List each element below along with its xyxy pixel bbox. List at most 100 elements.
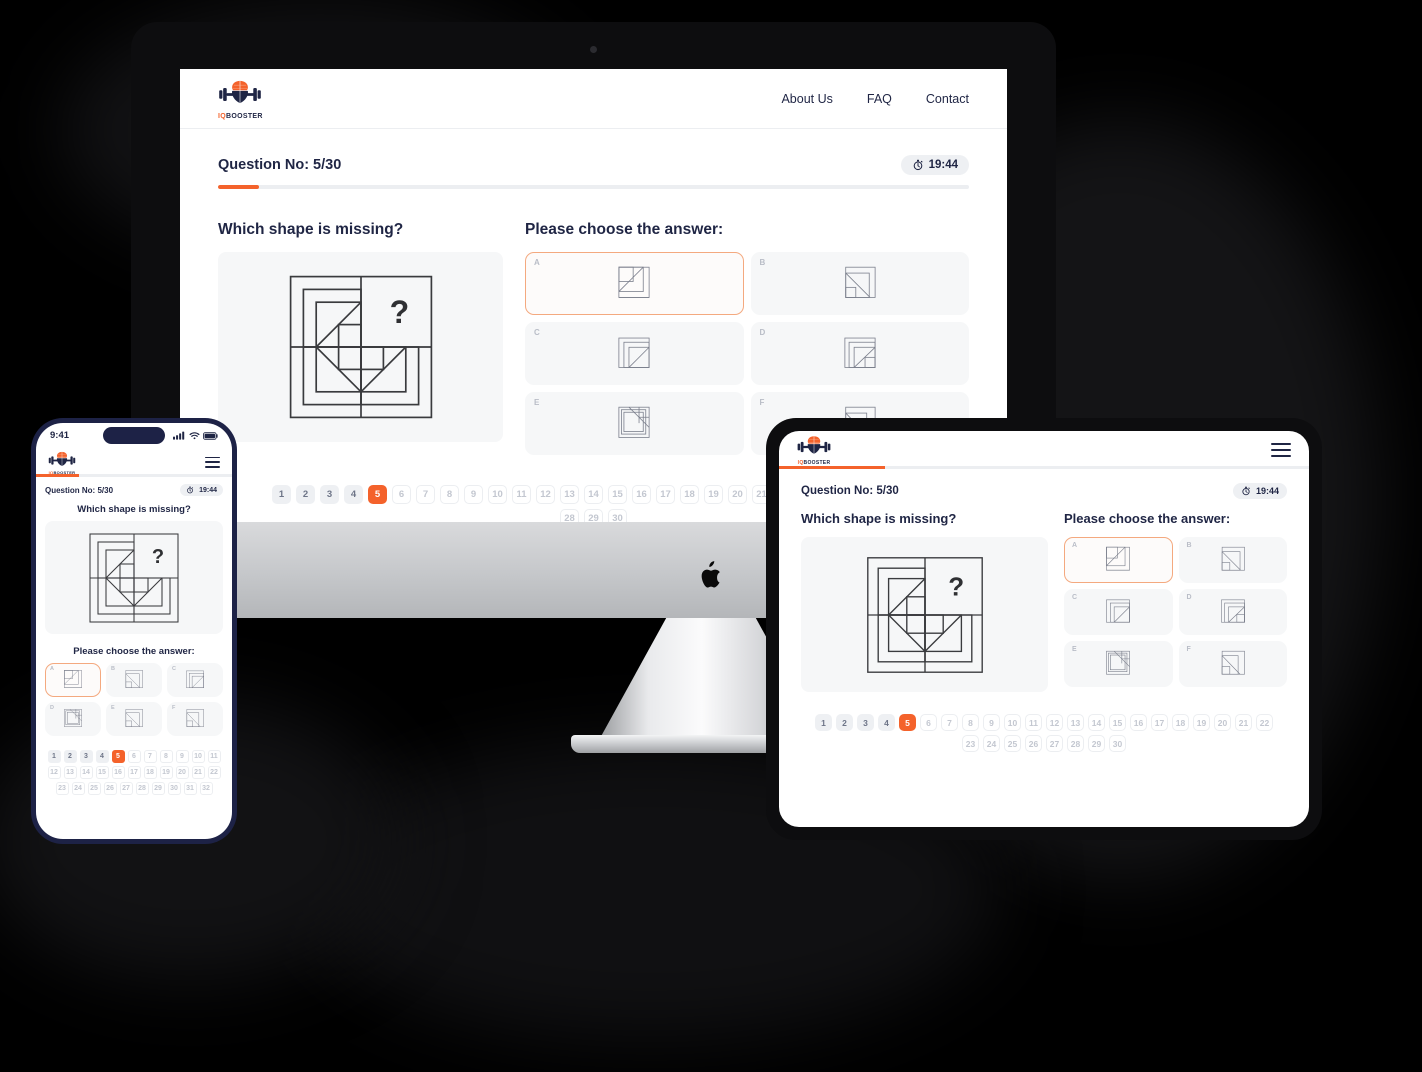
nav-link-about-us[interactable]: About Us xyxy=(781,92,832,106)
brand-logo[interactable]: IQBOOSTER xyxy=(797,434,831,466)
pager-item-24[interactable]: 24 xyxy=(71,782,85,795)
pager-item-19[interactable]: 19 xyxy=(1193,714,1210,731)
pager-item-1[interactable]: 1 xyxy=(815,714,832,731)
answer-option-b[interactable]: B xyxy=(1178,537,1287,583)
pager-item-17[interactable]: 17 xyxy=(127,766,141,779)
pager-item-4[interactable]: 4 xyxy=(878,714,895,731)
pager-item-9[interactable]: 9 xyxy=(983,714,1000,731)
pager-item-30[interactable]: 30 xyxy=(608,509,627,522)
pager-item-11[interactable]: 11 xyxy=(207,750,221,763)
pager-item-24[interactable]: 24 xyxy=(983,735,1000,752)
pager-item-1[interactable]: 1 xyxy=(47,750,61,763)
pager-item-5[interactable]: 5 xyxy=(368,485,387,504)
pager-item-20[interactable]: 20 xyxy=(728,485,747,504)
brand-logo[interactable]: IQBOOSTER xyxy=(218,78,263,120)
pager-item-25[interactable]: 25 xyxy=(87,782,101,795)
pager-item-9[interactable]: 9 xyxy=(464,485,483,504)
pager-item-19[interactable]: 19 xyxy=(159,766,173,779)
answer-option-e[interactable]: E xyxy=(1064,641,1173,687)
pager-item-3[interactable]: 3 xyxy=(857,714,874,731)
pager-item-2[interactable]: 2 xyxy=(63,750,77,763)
pager-item-9[interactable]: 9 xyxy=(175,750,189,763)
pager-item-6[interactable]: 6 xyxy=(920,714,937,731)
hamburger-menu-icon[interactable] xyxy=(205,456,220,468)
answer-option-e[interactable]: E xyxy=(525,392,744,455)
answer-option-b[interactable]: B xyxy=(106,663,162,697)
pager-item-4[interactable]: 4 xyxy=(344,485,363,504)
pager-item-4[interactable]: 4 xyxy=(95,750,109,763)
answer-option-c[interactable]: C xyxy=(1064,589,1173,635)
pager-item-10[interactable]: 10 xyxy=(488,485,507,504)
pager-item-12[interactable]: 12 xyxy=(1046,714,1063,731)
answer-option-f[interactable]: F xyxy=(167,702,223,736)
pager-item-11[interactable]: 11 xyxy=(512,485,531,504)
pager-item-8[interactable]: 8 xyxy=(962,714,979,731)
pager-item-15[interactable]: 15 xyxy=(95,766,109,779)
pager-item-16[interactable]: 16 xyxy=(111,766,125,779)
pager-item-13[interactable]: 13 xyxy=(560,485,579,504)
pager-item-26[interactable]: 26 xyxy=(1025,735,1042,752)
pager-item-19[interactable]: 19 xyxy=(704,485,723,504)
pager-item-7[interactable]: 7 xyxy=(416,485,435,504)
pager-item-16[interactable]: 16 xyxy=(632,485,651,504)
pager-item-20[interactable]: 20 xyxy=(175,766,189,779)
pager-item-3[interactable]: 3 xyxy=(79,750,93,763)
pager-item-17[interactable]: 17 xyxy=(1151,714,1168,731)
pager-item-10[interactable]: 10 xyxy=(191,750,205,763)
pager-item-27[interactable]: 27 xyxy=(119,782,133,795)
nav-link-contact[interactable]: Contact xyxy=(926,92,969,106)
pager-item-32[interactable]: 32 xyxy=(199,782,213,795)
answer-option-c[interactable]: C xyxy=(525,322,744,385)
answer-option-d[interactable]: D xyxy=(45,702,101,736)
pager-item-2[interactable]: 2 xyxy=(296,485,315,504)
answer-option-a[interactable]: A xyxy=(45,663,101,697)
pager-item-14[interactable]: 14 xyxy=(584,485,603,504)
pager-item-20[interactable]: 20 xyxy=(1214,714,1231,731)
pager-item-31[interactable]: 31 xyxy=(183,782,197,795)
answer-option-f[interactable]: F xyxy=(1178,641,1287,687)
pager-item-23[interactable]: 23 xyxy=(962,735,979,752)
pager-item-27[interactable]: 27 xyxy=(1046,735,1063,752)
pager-item-28[interactable]: 28 xyxy=(560,509,579,522)
pager-item-1[interactable]: 1 xyxy=(272,485,291,504)
pager-item-5[interactable]: 5 xyxy=(111,750,125,763)
pager-item-21[interactable]: 21 xyxy=(191,766,205,779)
pager-item-8[interactable]: 8 xyxy=(440,485,459,504)
answer-option-d[interactable]: D xyxy=(1178,589,1287,635)
pager-item-10[interactable]: 10 xyxy=(1004,714,1021,731)
pager-item-3[interactable]: 3 xyxy=(320,485,339,504)
pager-item-28[interactable]: 28 xyxy=(135,782,149,795)
answer-option-e[interactable]: E xyxy=(106,702,162,736)
pager-item-14[interactable]: 14 xyxy=(79,766,93,779)
pager-item-13[interactable]: 13 xyxy=(63,766,77,779)
pager-item-14[interactable]: 14 xyxy=(1088,714,1105,731)
pager-item-17[interactable]: 17 xyxy=(656,485,675,504)
pager-item-26[interactable]: 26 xyxy=(103,782,117,795)
pager-item-25[interactable]: 25 xyxy=(1004,735,1021,752)
pager-item-30[interactable]: 30 xyxy=(167,782,181,795)
pager-item-15[interactable]: 15 xyxy=(608,485,627,504)
pager-item-21[interactable]: 21 xyxy=(1235,714,1252,731)
pager-item-11[interactable]: 11 xyxy=(1025,714,1042,731)
pager-item-6[interactable]: 6 xyxy=(127,750,141,763)
pager-item-7[interactable]: 7 xyxy=(143,750,157,763)
brand-logo[interactable]: IQBOOSTER xyxy=(48,450,76,475)
pager-item-30[interactable]: 30 xyxy=(1109,735,1126,752)
nav-link-faq[interactable]: FAQ xyxy=(867,92,892,106)
pager-item-12[interactable]: 12 xyxy=(47,766,61,779)
pager-item-29[interactable]: 29 xyxy=(584,509,603,522)
pager-item-22[interactable]: 22 xyxy=(207,766,221,779)
pager-item-13[interactable]: 13 xyxy=(1067,714,1084,731)
pager-item-8[interactable]: 8 xyxy=(159,750,173,763)
pager-item-16[interactable]: 16 xyxy=(1130,714,1147,731)
pager-item-29[interactable]: 29 xyxy=(151,782,165,795)
pager-item-23[interactable]: 23 xyxy=(55,782,69,795)
answer-option-b[interactable]: B xyxy=(750,252,969,315)
pager-item-18[interactable]: 18 xyxy=(143,766,157,779)
answer-option-a[interactable]: A xyxy=(1064,537,1173,583)
answer-option-a[interactable]: A xyxy=(525,252,744,315)
pager-item-5[interactable]: 5 xyxy=(899,714,916,731)
pager-item-22[interactable]: 22 xyxy=(1256,714,1273,731)
pager-item-12[interactable]: 12 xyxy=(536,485,555,504)
pager-item-2[interactable]: 2 xyxy=(836,714,853,731)
